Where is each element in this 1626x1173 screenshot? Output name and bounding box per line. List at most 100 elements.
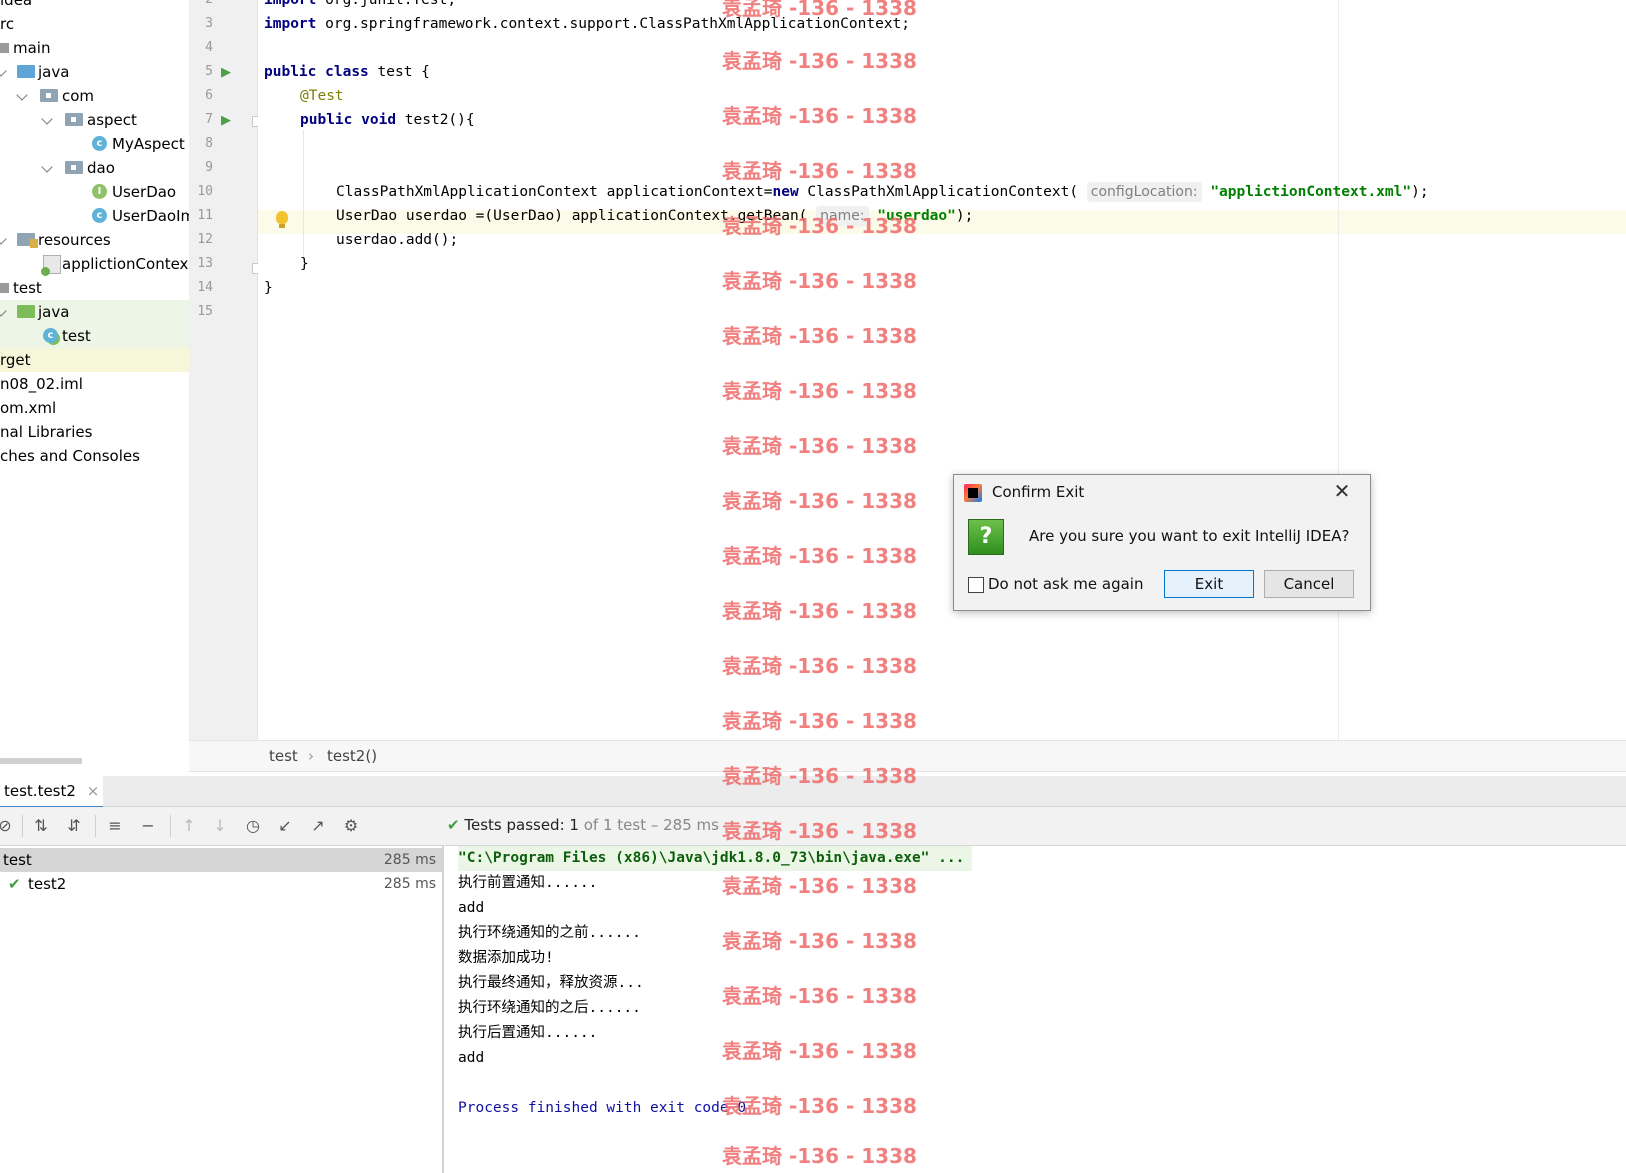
tree-item-iml[interactable]: n08_02.iml [0,372,189,396]
tree-item-test-java[interactable]: java [0,300,189,324]
tree-item-idea[interactable]: idea [0,0,189,12]
toolbar-separator [22,815,23,837]
console-output[interactable]: "C:\Program Files (x86)\Java\jdk1.8.0_73… [444,846,1626,1173]
run-class-icon[interactable]: ▶ [221,66,235,80]
code-line-13: } [300,256,309,272]
tree-item-userdaoimpl[interactable]: c UserDaoIm [0,204,189,228]
chevron-down-icon[interactable] [41,161,53,173]
tree-item-scratches[interactable]: ches and Consoles [0,444,189,468]
tree-item-java[interactable]: java [0,60,189,84]
console-line: 执行前置通知...... [458,875,598,891]
console-line: add [458,1050,485,1066]
folder-icon [0,283,9,293]
watermark: 袁孟琦 -136 - 1338 [722,1144,917,1168]
close-icon[interactable]: × [87,782,100,800]
sort-by-duration-icon[interactable]: ⇵ [63,816,85,836]
parameter-hint: configLocation: [1086,182,1202,202]
tree-item-userdao[interactable]: I UserDao [0,180,189,204]
code-line-14: } [264,280,273,296]
tree-item-test-class[interactable]: c test [0,324,189,348]
package-icon [40,89,58,102]
code-line-2: import org.junit.Test; [264,0,457,8]
console-line: 执行环绕通知的之后...... [458,1000,641,1016]
package-icon [65,113,83,126]
chevron-down-icon[interactable] [16,89,28,101]
test-row-method[interactable]: ✔ test2 285 ms [0,872,442,896]
check-icon: ✔ [8,875,21,893]
arrow-up-icon[interactable]: ↑ [178,816,200,836]
sort-alphabetically-icon[interactable]: ⇅ [30,816,52,836]
dialog-message: Are you sure you want to exit IntelliJ I… [1029,527,1350,545]
tree-item-application-context-xml[interactable]: appliction­Contex [0,252,189,276]
indent-guide [303,130,304,260]
arrow-down-icon[interactable]: ↓ [209,816,231,836]
chevron-down-icon[interactable] [0,305,7,317]
tab-run-config[interactable]: test.test2 × [0,776,104,808]
exit-button[interactable]: Exit [1164,570,1254,598]
right-margin-guide [1338,0,1339,740]
watermark: 袁孟琦 -136 - 1338 [722,929,917,953]
history-icon[interactable]: ◷ [242,816,264,836]
class-icon: c [92,208,107,223]
watermark: 袁孟琦 -136 - 1338 [722,544,917,568]
tree-item-external-libraries[interactable]: nal Libraries [0,420,189,444]
line-number: 8 [205,136,213,151]
line-number: 10 [197,184,213,199]
test-row-suite[interactable]: test 285 ms [0,848,442,872]
do-not-ask-checkbox[interactable] [968,577,984,593]
watermark: 袁孟琦 -136 - 1338 [722,159,917,183]
chevron-down-icon[interactable] [0,233,7,245]
watermark: 袁孟琦 -136 - 1338 [722,709,917,733]
watermark: 袁孟琦 -136 - 1338 [722,599,917,623]
code-line-12: userdao.add(); [336,232,459,248]
line-number: 15 [197,304,213,319]
code-editor[interactable]: import org.junit.Test; import org.spring… [258,0,1626,740]
lightbulb-icon[interactable] [276,211,288,228]
console-line: add [458,900,485,916]
tree-item-src[interactable]: rc [0,12,189,36]
run-method-icon[interactable]: ▶ [221,114,235,128]
watermark: 袁孟琦 -136 - 1338 [722,764,917,788]
line-number: 14 [197,280,213,295]
breadcrumb-item-method[interactable]: test2() [327,747,377,765]
tree-item-target[interactable]: rget [0,348,189,372]
tree-item-resources[interactable]: resources [0,228,189,252]
horizontal-scrollbar[interactable] [0,758,82,764]
stop-icon[interactable]: ⊘ [0,816,16,836]
test-results-tree: test 285 ms ✔ test2 285 ms [0,846,444,1173]
tree-item-test[interactable]: test [0,276,189,300]
chevron-right-icon: › [308,747,314,765]
toolbar-separator [95,815,96,837]
tree-item-myaspect[interactable]: c MyAspect [0,132,189,156]
expand-all-icon[interactable]: ≡ [104,816,126,836]
tree-item-main[interactable]: main [0,36,189,60]
console-line-exit: Process finished with exit code 0 [458,1100,747,1116]
chevron-down-icon[interactable] [0,65,7,77]
line-number: 2 [189,0,213,12]
close-icon[interactable]: ✕ [1330,479,1354,503]
tree-item-com[interactable]: com [0,84,189,108]
chevron-down-icon[interactable] [41,113,53,125]
watermark: 袁孟琦 -136 - 1338 [722,434,917,458]
do-not-ask-label[interactable]: Do not ask me again [988,575,1143,593]
tree-item-pom-xml[interactable]: om.xml [0,396,189,420]
console-line: 执行环绕通知的之前...... [458,925,641,941]
line-number: 7 [205,112,213,127]
watermark: 袁孟琦 -136 - 1338 [722,324,917,348]
code-line-5: public class test { [264,64,430,80]
line-number: 12 [197,232,213,247]
collapse-all-icon[interactable]: − [137,816,159,836]
watermark: 袁孟琦 -136 - 1338 [722,1094,917,1118]
console-line: 数据添加成功! [458,950,554,966]
watermark: 袁孟琦 -136 - 1338 [722,984,917,1008]
line-number: 4 [205,40,213,55]
import-tests-icon[interactable]: ↙ [274,816,296,836]
cancel-button[interactable]: Cancel [1264,570,1354,598]
line-number: 6 [205,88,213,103]
settings-gear-icon[interactable]: ⚙ [340,816,362,836]
export-icon[interactable]: ↗ [307,816,329,836]
watermark: 袁孟琦 -136 - 1338 [722,49,917,73]
tree-item-dao[interactable]: dao [0,156,189,180]
breadcrumb-item-class[interactable]: test [269,747,298,765]
tree-item-aspect[interactable]: aspect [0,108,189,132]
